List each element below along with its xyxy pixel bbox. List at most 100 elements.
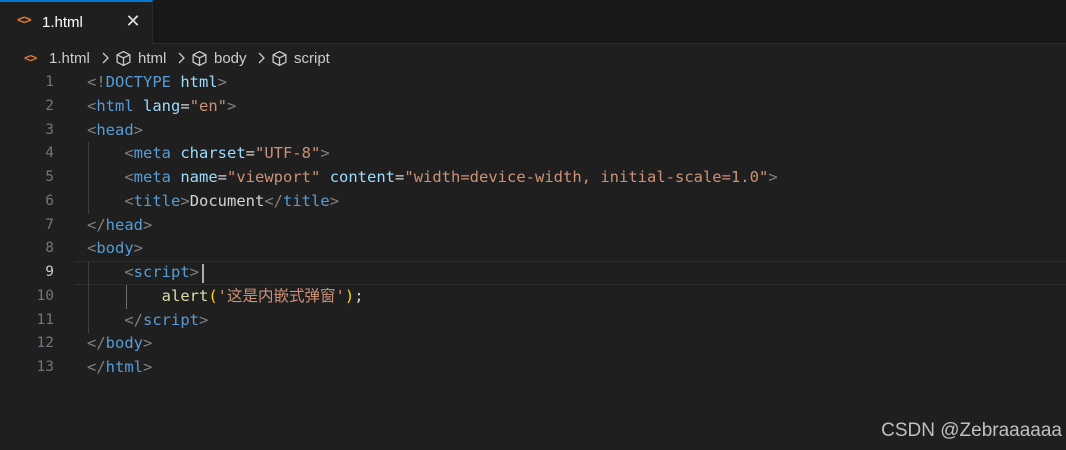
html-file-icon: <> xyxy=(24,51,37,65)
token: "viewport" xyxy=(227,168,321,186)
line-number: 7 xyxy=(45,217,54,233)
token: name xyxy=(180,168,218,186)
token: > xyxy=(143,216,153,234)
line-number-active: 9 xyxy=(45,264,54,280)
breadcrumb-item-html[interactable]: html xyxy=(138,50,166,67)
token: html xyxy=(180,73,218,91)
token: meta xyxy=(133,168,171,186)
code-line[interactable]: <meta charset="UTF-8"> xyxy=(87,142,330,166)
token: charset xyxy=(180,144,246,162)
code-line[interactable]: <title>Document</title> xyxy=(87,190,339,214)
line-number: 1 xyxy=(45,74,54,90)
code-line[interactable]: <meta name="viewport" content="width=dev… xyxy=(87,166,778,190)
line-number: 11 xyxy=(36,312,54,328)
token: > xyxy=(180,192,190,210)
token: > xyxy=(133,121,144,139)
code-line[interactable]: </script> xyxy=(87,309,208,333)
token: head xyxy=(105,216,143,234)
token: alert xyxy=(161,287,209,305)
line-number: 12 xyxy=(36,335,54,351)
token: title xyxy=(133,192,181,210)
line-number: 2 xyxy=(45,98,54,114)
token: = xyxy=(395,168,405,186)
token: script xyxy=(143,311,199,329)
token: < xyxy=(124,144,134,162)
token: <! xyxy=(87,73,106,91)
code-line[interactable]: </head> xyxy=(87,214,152,238)
line-number: 10 xyxy=(36,288,54,304)
token: < xyxy=(124,192,134,210)
tab-label: 1.html xyxy=(42,14,83,31)
cube-symbol-icon xyxy=(272,50,287,67)
token: < xyxy=(87,97,97,115)
line-number: 3 xyxy=(45,122,54,138)
token: = xyxy=(180,97,190,115)
breadcrumb-item-script[interactable]: script xyxy=(294,50,330,67)
token: </ xyxy=(87,334,106,352)
token: html xyxy=(96,97,134,115)
token: = xyxy=(245,144,256,162)
line-number: 8 xyxy=(45,240,54,256)
token: ) xyxy=(344,287,355,305)
token: > xyxy=(133,239,144,257)
token: = xyxy=(217,168,228,186)
code-line[interactable]: alert('这是内嵌式弹窗'); xyxy=(87,285,364,309)
token: > xyxy=(227,97,237,115)
token: DOCTYPE xyxy=(105,73,171,91)
close-icon[interactable]: ✕ xyxy=(122,11,144,33)
line-number: 5 xyxy=(45,169,54,185)
code-line[interactable]: </body> xyxy=(87,332,152,356)
token: > xyxy=(329,192,340,210)
token: </ xyxy=(124,311,143,329)
line-number: 4 xyxy=(45,145,54,161)
token: script xyxy=(133,263,190,281)
token: title xyxy=(283,192,330,210)
text-cursor xyxy=(202,264,204,283)
cube-symbol-icon xyxy=(116,50,131,67)
chevron-right-icon xyxy=(102,52,109,64)
code-editor-window: <> 1.html ✕ <> 1.html html body script 1… xyxy=(0,0,1066,450)
code-line-active[interactable]: <script> xyxy=(87,261,199,285)
token: < xyxy=(87,239,97,257)
code-line[interactable]: <html lang="en"> xyxy=(87,95,236,119)
tab-bar: <> 1.html ✕ xyxy=(0,0,1066,44)
token: head xyxy=(96,121,134,139)
code-line[interactable]: <body> xyxy=(87,237,143,261)
chevron-right-icon xyxy=(258,52,265,64)
token: > xyxy=(199,311,209,329)
token: < xyxy=(124,263,134,281)
breadcrumb-item-file[interactable]: 1.html xyxy=(49,50,90,67)
token: content xyxy=(329,168,396,186)
code-line[interactable]: <head> xyxy=(87,119,143,143)
token: < xyxy=(87,121,97,139)
token: > xyxy=(217,73,228,91)
breadcrumb-item-body[interactable]: body xyxy=(214,50,247,67)
tab-1-html[interactable]: <> 1.html ✕ xyxy=(0,0,153,44)
code-line[interactable]: </html> xyxy=(87,356,152,380)
token: '这是内嵌式弹窗' xyxy=(217,287,345,305)
token: ( xyxy=(208,287,218,305)
token: Document xyxy=(189,192,265,210)
token: html xyxy=(105,358,143,376)
token: > xyxy=(768,168,778,186)
token: > xyxy=(320,144,330,162)
token: "width=device-width, initial-scale=1.0" xyxy=(404,168,769,186)
line-number: 13 xyxy=(36,359,54,375)
token: body xyxy=(96,239,134,257)
watermark: CSDN @Zebraaaaaa xyxy=(881,420,1062,441)
cube-symbol-icon xyxy=(192,50,207,67)
token: </ xyxy=(87,216,106,234)
current-line-highlight xyxy=(75,261,1066,285)
token: </ xyxy=(264,192,284,210)
token: "UTF-8" xyxy=(255,144,321,162)
code-line[interactable]: <!DOCTYPE html> xyxy=(87,71,227,95)
html-file-icon: <> xyxy=(17,13,32,28)
